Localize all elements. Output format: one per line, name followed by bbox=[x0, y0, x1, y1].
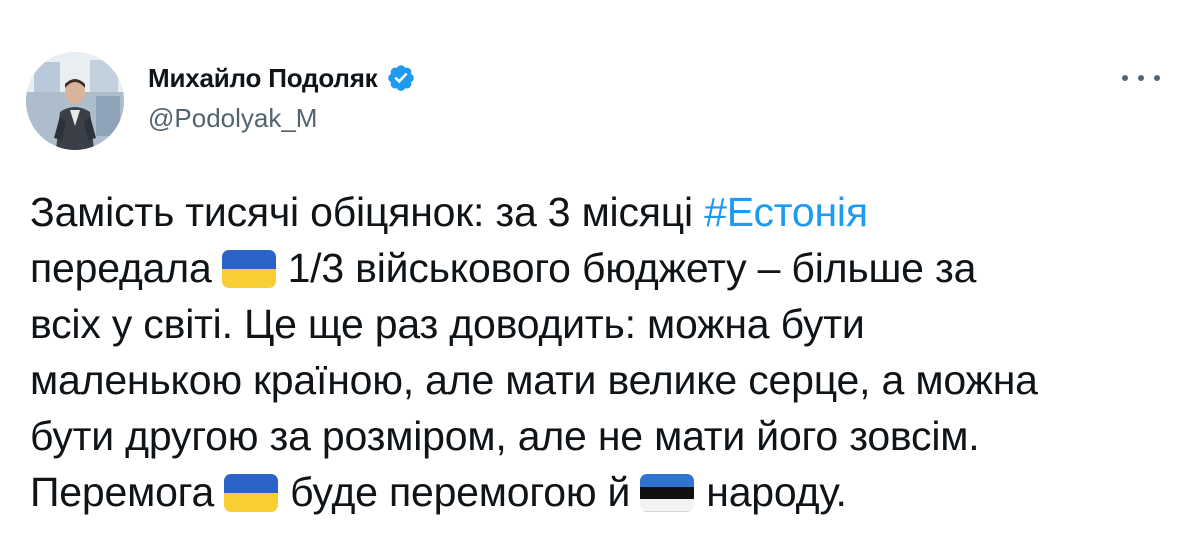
avatar-photo bbox=[26, 52, 124, 150]
author-handle[interactable]: @Podolyak_M bbox=[148, 102, 416, 134]
tweet-card[interactable]: Михайло Подоляк @Podolyak_M Замість тися… bbox=[0, 0, 1194, 540]
tweet-text-segment: Перемога bbox=[30, 469, 215, 515]
hashtag-link[interactable]: #Естонія bbox=[704, 189, 868, 235]
tweet-line-1: Замість тисячі обіцянок: за 3 місяці #Ес… bbox=[30, 184, 1180, 240]
tweet-text-segment: 1/3 військового бюджету – більше за bbox=[287, 245, 977, 291]
tweet-line-6: Перемога буде перемогою й народу. bbox=[30, 464, 1180, 520]
verified-badge-icon bbox=[386, 63, 416, 93]
author-name[interactable]: Михайло Подоляк bbox=[148, 62, 378, 94]
ukraine-flag-icon bbox=[221, 250, 276, 288]
avatar[interactable] bbox=[26, 52, 124, 150]
more-horizontal-icon[interactable] bbox=[1122, 66, 1160, 90]
tweet-text-segment: буде перемогою й bbox=[290, 469, 631, 515]
author-name-row: Михайло Подоляк bbox=[148, 62, 416, 94]
tweet-line-2: передала 1/3 військового бюджету – більше… bbox=[30, 240, 1180, 296]
tweet-text-segment: передала bbox=[30, 245, 212, 291]
more-dot bbox=[1122, 75, 1128, 81]
estonia-flag-icon bbox=[640, 474, 695, 512]
tweet-line-5: бути другою за розміром, але не мати йог… bbox=[30, 413, 980, 459]
tweet-text-segment: народу. bbox=[706, 469, 847, 515]
ukraine-flag-icon bbox=[224, 474, 279, 512]
tweet-text-segment: Замість тисячі обіцянок: за 3 місяці bbox=[30, 189, 693, 235]
more-dot bbox=[1138, 75, 1144, 81]
tweet-line-3: всіх у світі. Це ще раз доводить: можна … bbox=[30, 301, 865, 347]
author-block: Михайло Подоляк @Podolyak_M bbox=[148, 62, 416, 134]
tweet-text: Замість тисячі обіцянок: за 3 місяці #Ес… bbox=[30, 184, 1180, 520]
tweet-line-4: маленькою країною, але мати велике серце… bbox=[30, 357, 1038, 403]
more-dot bbox=[1154, 75, 1160, 81]
